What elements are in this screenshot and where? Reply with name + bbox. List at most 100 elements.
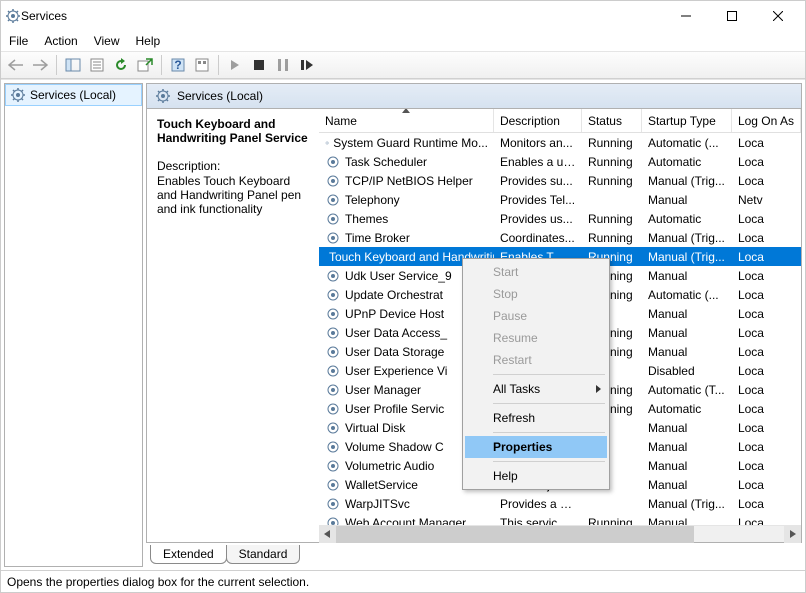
menubar: File Action View Help (1, 31, 805, 51)
cell-startup: Automatic (... (642, 136, 732, 150)
service-row[interactable]: TCP/IP NetBIOS HelperProvides su...Runni… (319, 171, 801, 190)
gear-icon (325, 287, 341, 303)
cell-description: Enables a us... (494, 155, 582, 169)
cell-status: Running (582, 212, 642, 226)
service-row[interactable]: Web Account ManagerThis service ...Runni… (319, 513, 801, 525)
column-startup-type[interactable]: Startup Type (642, 109, 732, 132)
view-tabs: Extended Standard (146, 545, 802, 567)
svg-text:?: ? (174, 58, 181, 72)
context-all-tasks[interactable]: All Tasks (465, 378, 607, 400)
context-start[interactable]: Start (465, 261, 607, 283)
help-toolbar-button[interactable]: ? (167, 54, 189, 76)
start-service-button[interactable] (224, 54, 246, 76)
context-restart[interactable]: Restart (465, 349, 607, 371)
cell-logon: Loca (732, 383, 801, 397)
cell-startup: Manual (642, 478, 732, 492)
gear-icon (325, 230, 341, 246)
forward-button[interactable] (29, 54, 51, 76)
cell-startup: Manual (642, 440, 732, 454)
column-name[interactable]: Name (319, 109, 494, 132)
scroll-right-button[interactable] (784, 526, 801, 543)
titlebar: Services (1, 1, 805, 31)
refresh-button[interactable] (110, 54, 132, 76)
cell-startup: Manual (642, 193, 732, 207)
tab-standard[interactable]: Standard (226, 545, 301, 564)
gear-icon (325, 439, 341, 455)
export-button[interactable] (134, 54, 156, 76)
cell-status: Running (582, 516, 642, 526)
back-button[interactable] (5, 54, 27, 76)
service-row[interactable]: Task SchedulerEnables a us...RunningAuto… (319, 152, 801, 171)
context-resume[interactable]: Resume (465, 327, 607, 349)
tab-extended[interactable]: Extended (150, 545, 227, 564)
gear-icon (325, 268, 341, 284)
scroll-track[interactable] (336, 526, 784, 543)
menu-help[interactable]: Help (136, 34, 161, 48)
service-row[interactable]: Time BrokerCoordinates...RunningManual (… (319, 228, 801, 247)
minimize-button[interactable] (663, 1, 709, 31)
cell-name: Web Account Manager (319, 515, 494, 526)
gear-icon (325, 420, 341, 436)
gear-icon (325, 192, 341, 208)
gear-icon (325, 173, 341, 189)
cell-logon: Loca (732, 231, 801, 245)
gear-icon (325, 515, 341, 526)
cell-logon: Loca (732, 345, 801, 359)
menu-view[interactable]: View (94, 34, 120, 48)
cell-description: Provides su... (494, 174, 582, 188)
cell-logon: Loca (732, 440, 801, 454)
cell-logon: Loca (732, 307, 801, 321)
cell-startup: Manual (642, 307, 732, 321)
column-description[interactable]: Description (494, 109, 582, 132)
service-row[interactable]: WarpJITSvcProvides a JI...Manual (Trig..… (319, 494, 801, 513)
cell-status: Running (582, 136, 642, 150)
context-separator (493, 374, 605, 375)
cell-startup: Manual (642, 421, 732, 435)
maximize-button[interactable] (709, 1, 755, 31)
services-window: Services File Action View Help ? Ser (0, 0, 806, 593)
service-row[interactable]: ThemesProvides us...RunningAutomaticLoca (319, 209, 801, 228)
scroll-thumb[interactable] (336, 526, 694, 543)
context-pause[interactable]: Pause (465, 305, 607, 327)
menu-file[interactable]: File (9, 34, 28, 48)
cell-logon: Loca (732, 497, 801, 511)
context-refresh[interactable]: Refresh (465, 407, 607, 429)
cell-logon: Loca (732, 155, 801, 169)
close-button[interactable] (755, 1, 801, 31)
gear-icon (155, 88, 171, 104)
description-text: Enables Touch Keyboard and Handwriting P… (157, 174, 309, 216)
gear-icon (325, 211, 341, 227)
nav-item-services-local[interactable]: Services (Local) (5, 84, 142, 106)
gear-icon (325, 458, 341, 474)
scroll-left-button[interactable] (319, 526, 336, 543)
toolbar: ? (1, 51, 805, 79)
content-header-label: Services (Local) (177, 89, 263, 103)
horizontal-scrollbar[interactable] (319, 525, 801, 542)
nav-tree[interactable]: Services (Local) (4, 83, 143, 567)
pause-service-button[interactable] (272, 54, 294, 76)
column-status[interactable]: Status (582, 109, 642, 132)
menu-action[interactable]: Action (44, 34, 77, 48)
cell-startup: Manual (642, 516, 732, 526)
column-logon[interactable]: Log On As (732, 109, 801, 132)
cell-status: Running (582, 231, 642, 245)
column-headers: Name Description Status Startup Type Log… (319, 109, 801, 133)
cell-status: Running (582, 155, 642, 169)
gear-icon (325, 306, 341, 322)
cell-startup: Disabled (642, 364, 732, 378)
service-row[interactable]: TelephonyProvides Tel...ManualNetv (319, 190, 801, 209)
cell-description: Provides us... (494, 212, 582, 226)
cell-name: System Guard Runtime Mo... (319, 135, 494, 151)
properties-toolbar-button[interactable] (86, 54, 108, 76)
context-properties[interactable]: Properties (465, 436, 607, 458)
context-help[interactable]: Help (465, 465, 607, 487)
show-hide-tree-button[interactable] (62, 54, 84, 76)
gear-icon (325, 401, 341, 417)
stop-service-button[interactable] (248, 54, 270, 76)
context-stop[interactable]: Stop (465, 283, 607, 305)
cell-description: Provides Tel... (494, 193, 582, 207)
options-button[interactable] (191, 54, 213, 76)
restart-service-button[interactable] (296, 54, 318, 76)
service-row[interactable]: System Guard Runtime Mo...Monitors an...… (319, 133, 801, 152)
cell-startup: Manual (Trig... (642, 174, 732, 188)
